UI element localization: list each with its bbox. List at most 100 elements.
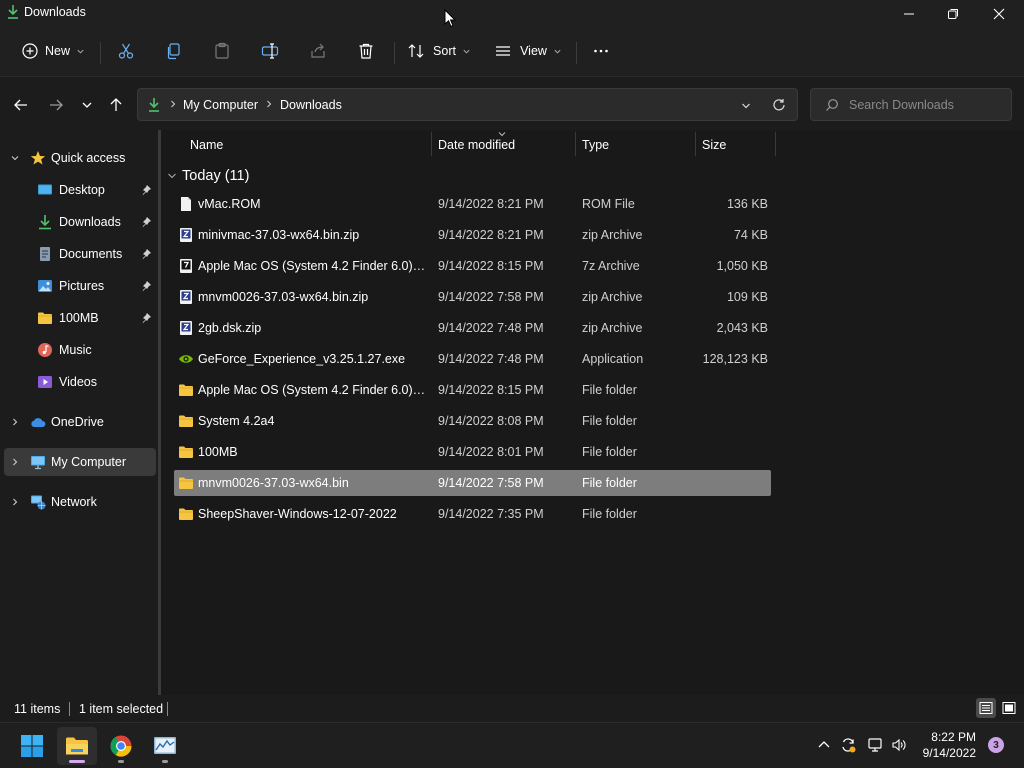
sidebar-item-desktop[interactable]: Desktop bbox=[4, 176, 156, 204]
share-button[interactable] bbox=[304, 36, 332, 66]
sort-button[interactable]: Sort bbox=[404, 36, 474, 66]
column-header-date[interactable]: Date modified bbox=[438, 138, 515, 152]
folder-icon bbox=[179, 415, 193, 427]
file-date: 9/14/2022 8:15 PM bbox=[438, 383, 544, 397]
sidebar-item-label: 100MB bbox=[59, 311, 99, 325]
sidebar-item-pictures[interactable]: Pictures bbox=[4, 272, 156, 300]
file-list: Name Date modified Type Size Today (11) … bbox=[161, 130, 1024, 695]
cut-button[interactable] bbox=[112, 36, 140, 66]
column-divider[interactable] bbox=[431, 132, 432, 156]
column-divider[interactable] bbox=[695, 132, 696, 156]
view-button[interactable]: View bbox=[492, 36, 564, 66]
recent-locations-button[interactable] bbox=[75, 93, 99, 117]
chevron-down-icon[interactable] bbox=[10, 153, 20, 163]
file-row[interactable]: SheepShaver-Windows-12-07-2022 9/14/2022 … bbox=[174, 501, 771, 527]
show-hidden-icons-button[interactable] bbox=[815, 736, 833, 754]
sidebar-item-quick-access[interactable]: Quick access bbox=[4, 144, 156, 172]
chevron-right-icon[interactable] bbox=[10, 417, 20, 427]
column-header-type[interactable]: Type bbox=[582, 138, 609, 152]
chevron-down-icon[interactable] bbox=[740, 100, 752, 112]
chevron-right-icon[interactable] bbox=[10, 497, 20, 507]
sidebar-item-label: Downloads bbox=[59, 215, 121, 229]
file-row[interactable]: 2gb.dsk.zip 9/14/2022 7:48 PM zip Archive 2… bbox=[174, 315, 771, 341]
sidebar-item-100mb[interactable]: 100MB bbox=[4, 304, 156, 332]
column-header-name[interactable]: Name bbox=[190, 138, 223, 152]
chevron-right-icon[interactable] bbox=[10, 457, 20, 467]
sidebar-item-network[interactable]: Network bbox=[4, 488, 156, 516]
column-divider[interactable] bbox=[575, 132, 576, 156]
delete-button[interactable] bbox=[352, 36, 380, 66]
maximize-button[interactable] bbox=[930, 0, 976, 28]
file-row[interactable]: System 4.2a4 9/14/2022 8:08 PM File folder bbox=[174, 408, 771, 434]
file-row[interactable]: mnvm0026-37.03-wx64.bin.zip 9/14/2022 7:5… bbox=[174, 284, 771, 310]
minimize-button[interactable] bbox=[886, 0, 932, 28]
status-divider bbox=[69, 702, 70, 716]
file-name: Apple Mac OS (System 4.2 Finder 6.0) (Sy… bbox=[198, 383, 426, 397]
column-divider[interactable] bbox=[775, 132, 776, 156]
file-date: 9/14/2022 7:48 PM bbox=[438, 352, 544, 366]
address-bar[interactable]: My Computer Downloads bbox=[137, 88, 798, 121]
sidebar-item-downloads[interactable]: Downloads bbox=[4, 208, 156, 236]
sidebar-item-label: Videos bbox=[59, 375, 97, 389]
file-size: 109 KB bbox=[726, 290, 768, 304]
paste-button[interactable] bbox=[208, 36, 236, 66]
refresh-icon[interactable] bbox=[772, 98, 786, 112]
file-row[interactable]: Apple Mac OS (System 4.2 Finder 6.0) (Sy… bbox=[174, 253, 771, 279]
sidebar-item-videos[interactable]: Videos bbox=[4, 368, 156, 396]
tray-sync[interactable] bbox=[839, 736, 857, 754]
more-options-button[interactable] bbox=[586, 36, 616, 66]
column-header-size[interactable]: Size bbox=[702, 138, 726, 152]
file-type: File folder bbox=[582, 445, 637, 459]
file-row[interactable]: mnvm0026-37.03-wx64.bin 9/14/2022 7:58 PM… bbox=[174, 470, 771, 496]
clock-time[interactable]: 8:22 PM bbox=[930, 730, 976, 744]
details-view-icon bbox=[979, 702, 993, 714]
sidebar-item-documents[interactable]: Documents bbox=[4, 240, 156, 268]
arrow-left-icon bbox=[14, 99, 27, 111]
file-row[interactable]: minivmac-37.03-wx64.bin.zip 9/14/2022 8:2… bbox=[174, 222, 771, 248]
file-date: 9/14/2022 8:01 PM bbox=[438, 445, 544, 459]
taskbar-chrome[interactable] bbox=[101, 727, 141, 765]
file-date: 9/14/2022 7:35 PM bbox=[438, 507, 544, 521]
new-label: New bbox=[44, 44, 70, 58]
file-size: 128,123 KB bbox=[702, 352, 768, 366]
pin-icon bbox=[142, 313, 151, 323]
file-row[interactable]: vMac.ROM 9/14/2022 8:21 PM ROM File 136 KB bbox=[174, 191, 771, 217]
clock-date[interactable]: 9/14/2022 bbox=[916, 746, 976, 760]
minimize-icon bbox=[904, 13, 914, 15]
sidebar-item-onedrive[interactable]: OneDrive bbox=[4, 408, 156, 436]
download-icon bbox=[8, 5, 18, 19]
arrow-up-icon bbox=[110, 98, 122, 111]
file-row[interactable]: Apple Mac OS (System 4.2 Finder 6.0) (Sy… bbox=[174, 377, 771, 403]
copy-button[interactable] bbox=[160, 36, 188, 66]
file-size: 1,050 KB bbox=[716, 259, 768, 273]
sidebar-item-my-computer[interactable]: My Computer bbox=[4, 448, 156, 476]
file-date: 9/14/2022 8:21 PM bbox=[438, 228, 544, 242]
new-button[interactable]: New bbox=[14, 36, 92, 66]
file-row[interactable]: 100MB 9/14/2022 8:01 PM File folder bbox=[174, 439, 771, 465]
search-input[interactable] bbox=[849, 96, 999, 114]
sidebar-item-music[interactable]: Music bbox=[4, 336, 156, 364]
close-button[interactable] bbox=[976, 0, 1022, 28]
running-app-indicator bbox=[118, 760, 124, 763]
search-box[interactable] bbox=[810, 88, 1012, 121]
up-button[interactable] bbox=[104, 93, 128, 117]
file-name: GeForce_Experience_v3.25.1.27.exe bbox=[198, 352, 406, 366]
file-row[interactable]: GeForce_Experience_v3.25.1.27.exe 9/14/20… bbox=[174, 346, 771, 372]
tiles-view-button[interactable] bbox=[999, 698, 1019, 718]
taskbar-resource-monitor[interactable] bbox=[145, 727, 185, 765]
forward-button[interactable] bbox=[44, 93, 68, 117]
back-button[interactable] bbox=[9, 93, 33, 117]
breadcrumb-downloads[interactable]: Downloads bbox=[280, 98, 342, 112]
taskbar-file-explorer[interactable] bbox=[57, 727, 97, 765]
status-bar: 11 items 1 item selected bbox=[0, 695, 1024, 722]
notification-badge[interactable]: 3 bbox=[988, 737, 1004, 753]
tray-network[interactable] bbox=[866, 736, 884, 754]
mouse-cursor-icon bbox=[444, 9, 456, 28]
tray-volume[interactable] bbox=[890, 736, 908, 754]
group-header-today[interactable]: Today (11) bbox=[167, 166, 249, 186]
breadcrumb-my-computer[interactable]: My Computer bbox=[183, 98, 258, 112]
rename-button[interactable] bbox=[256, 36, 284, 66]
start-button[interactable] bbox=[12, 727, 52, 765]
pin-icon bbox=[142, 249, 151, 259]
details-view-button[interactable] bbox=[976, 698, 996, 718]
